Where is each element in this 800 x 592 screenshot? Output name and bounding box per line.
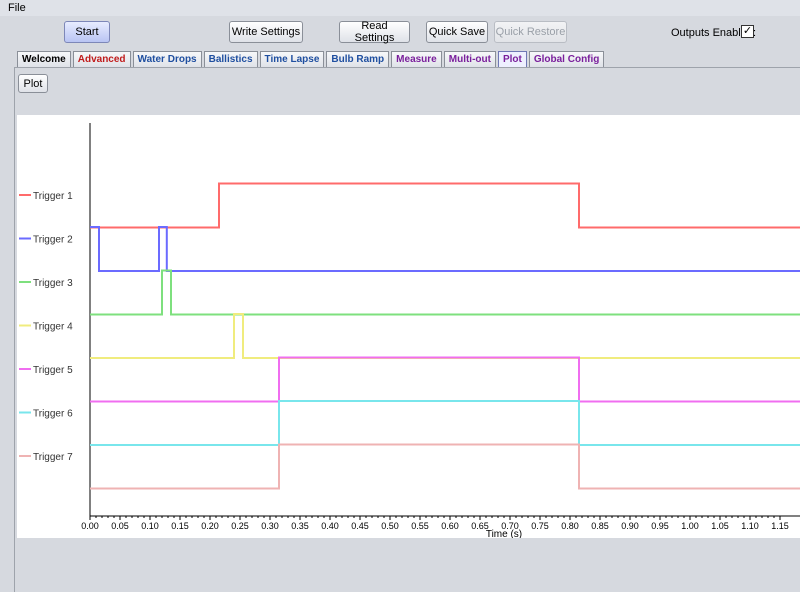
tab-water-drops[interactable]: Water Drops bbox=[132, 51, 202, 67]
x-tick-label: 0.35 bbox=[291, 521, 309, 531]
x-tick-label: 0.15 bbox=[171, 521, 189, 531]
x-axis-label: Time (s) bbox=[486, 529, 522, 538]
tab-multi-out[interactable]: Multi-out bbox=[443, 51, 496, 67]
file-menu[interactable]: File bbox=[8, 2, 26, 14]
x-tick-label: 0.60 bbox=[441, 521, 459, 531]
legend-label-5: Trigger 5 bbox=[33, 365, 73, 376]
x-tick-label: 0.85 bbox=[591, 521, 609, 531]
legend-label-2: Trigger 2 bbox=[33, 235, 73, 246]
write-settings-button[interactable]: Write Settings bbox=[229, 21, 303, 43]
legend-label-1: Trigger 1 bbox=[33, 191, 73, 202]
trigger-timing-chart: 0.00 0.05 0.10 0.15 0.20 0.25 0.30 0.35 0.40 0.45… bbox=[17, 115, 800, 538]
x-tick-label: 0.95 bbox=[651, 521, 669, 531]
x-tick-label: 0.10 bbox=[141, 521, 159, 531]
x-tick-label: 0.45 bbox=[351, 521, 369, 531]
legend-label-3: Trigger 3 bbox=[33, 278, 73, 289]
x-tick-label: 0.40 bbox=[321, 521, 339, 531]
x-tick-label: 0.90 bbox=[621, 521, 639, 531]
legend-label-6: Trigger 6 bbox=[33, 409, 73, 420]
tab-advanced[interactable]: Advanced bbox=[72, 51, 131, 67]
x-tick-label: 0.00 bbox=[81, 521, 99, 531]
plot-button[interactable]: Plot bbox=[18, 74, 48, 93]
tab-strip: Welcome Advanced Water Drops Ballistics Time… bbox=[17, 51, 606, 68]
read-settings-button[interactable]: Read Settings bbox=[339, 20, 410, 44]
x-tick-label: 1.15 bbox=[771, 521, 789, 531]
quick-restore-button[interactable]: Quick Restore bbox=[494, 21, 567, 43]
x-tick-label: 0.25 bbox=[231, 521, 249, 531]
tab-ballistics[interactable]: Ballistics bbox=[203, 51, 258, 67]
tab-plot[interactable]: Plot bbox=[497, 51, 527, 67]
start-button[interactable]: Start bbox=[64, 21, 110, 43]
x-tick-label: 1.00 bbox=[681, 521, 699, 531]
legend-label-4: Trigger 4 bbox=[33, 322, 73, 333]
chart-background bbox=[17, 115, 800, 538]
x-tick-label: 0.20 bbox=[201, 521, 219, 531]
outputs-enabled-checkbox[interactable]: ✓ bbox=[741, 25, 754, 38]
tab-bulb-ramp[interactable]: Bulb Ramp bbox=[326, 51, 390, 67]
x-tick-label: 1.10 bbox=[741, 521, 759, 531]
legend-label-7: Trigger 7 bbox=[33, 452, 73, 463]
quick-save-button[interactable]: Quick Save bbox=[426, 21, 488, 43]
menu-bar: File bbox=[0, 0, 800, 16]
x-tick-label: 0.05 bbox=[111, 521, 129, 531]
tab-measure[interactable]: Measure bbox=[391, 51, 442, 67]
x-tick-label: 0.80 bbox=[561, 521, 579, 531]
x-tick-label: 0.50 bbox=[381, 521, 399, 531]
x-tick-label: 1.05 bbox=[711, 521, 729, 531]
x-tick-label: 0.75 bbox=[531, 521, 549, 531]
tab-global-config[interactable]: Global Config bbox=[528, 51, 605, 67]
tab-welcome[interactable]: Welcome bbox=[17, 51, 71, 67]
x-tick-label: 0.30 bbox=[261, 521, 279, 531]
tab-time-lapse[interactable]: Time Lapse bbox=[259, 51, 325, 67]
x-tick-label: 0.55 bbox=[411, 521, 429, 531]
